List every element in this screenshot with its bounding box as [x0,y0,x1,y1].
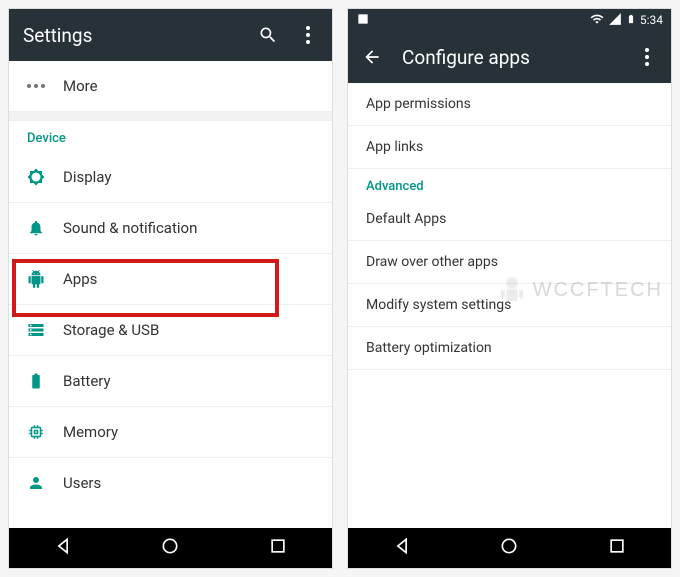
settings-item-label: Display [63,168,314,186]
section-header-device: Device [9,121,332,152]
signal-icon [608,12,622,29]
android-icon [27,270,63,288]
statusbar: 5:34 [348,9,671,31]
list-item-label: Draw over other apps [366,254,498,270]
settings-item-label: Apps [63,270,314,288]
nav-back-icon[interactable] [392,536,412,560]
item-app-links[interactable]: App links [348,126,671,169]
settings-item-users[interactable]: Users [9,457,332,508]
settings-item-label: Battery [63,372,314,390]
brightness-icon [27,168,63,186]
nav-home-icon[interactable] [160,536,180,560]
settings-item-label: Sound & notification [63,219,314,237]
settings-item-sound[interactable]: Sound & notification [9,202,332,253]
settings-item-more[interactable]: More [9,61,332,111]
settings-item-battery[interactable]: Battery [9,355,332,406]
item-draw-over[interactable]: Draw over other apps [348,241,671,284]
search-icon[interactable] [258,25,278,45]
actionbar-title: Settings [23,24,238,47]
section-divider [9,111,332,121]
storage-icon [27,321,63,339]
settings-item-label: Users [63,474,314,492]
bell-icon [27,219,63,237]
settings-screen: Settings More Device Display Sound [8,8,333,569]
settings-item-label: Memory [63,423,314,441]
item-app-permissions[interactable]: App permissions [348,83,671,126]
settings-item-storage[interactable]: Storage & USB [9,304,332,355]
back-arrow-icon[interactable] [362,47,382,67]
more-icon [27,84,63,88]
settings-item-label: Storage & USB [63,321,314,339]
battery-status-icon [626,12,636,29]
list-item-label: App permissions [366,96,471,112]
navbar [9,528,332,568]
memory-icon [27,423,63,441]
item-default-apps[interactable]: Default Apps [348,198,671,241]
nav-recent-icon[interactable] [607,536,627,560]
list-item-label: App links [366,139,423,155]
navbar [348,528,671,568]
overflow-menu-icon[interactable] [637,47,657,67]
nav-home-icon[interactable] [499,536,519,560]
actionbar-settings: Settings [9,9,332,61]
configure-list: App permissions App links Advanced Defau… [348,83,671,528]
settings-list: More Device Display Sound & notification… [9,61,332,528]
nav-recent-icon[interactable] [268,536,288,560]
list-item-label: Default Apps [366,211,446,227]
item-battery-opt[interactable]: Battery optimization [348,327,671,370]
status-time: 5:34 [640,13,663,27]
person-icon [27,474,63,492]
wifi-icon [590,12,604,29]
list-item-label: Battery optimization [366,340,492,356]
nav-back-icon[interactable] [53,536,73,560]
screenshot-icon [356,12,370,29]
settings-item-apps[interactable]: Apps [9,253,332,304]
item-modify-system[interactable]: Modify system settings [348,284,671,327]
list-item-label: Modify system settings [366,297,511,313]
overflow-menu-icon[interactable] [298,25,318,45]
configure-apps-screen: 5:34 Configure apps App permissions App … [347,8,672,569]
section-header-advanced: Advanced [348,169,671,198]
settings-item-label: More [63,77,314,95]
settings-item-display[interactable]: Display [9,152,332,202]
actionbar-configure: Configure apps [348,31,671,83]
battery-icon [27,372,63,390]
settings-item-memory[interactable]: Memory [9,406,332,457]
actionbar-title: Configure apps [402,46,617,69]
